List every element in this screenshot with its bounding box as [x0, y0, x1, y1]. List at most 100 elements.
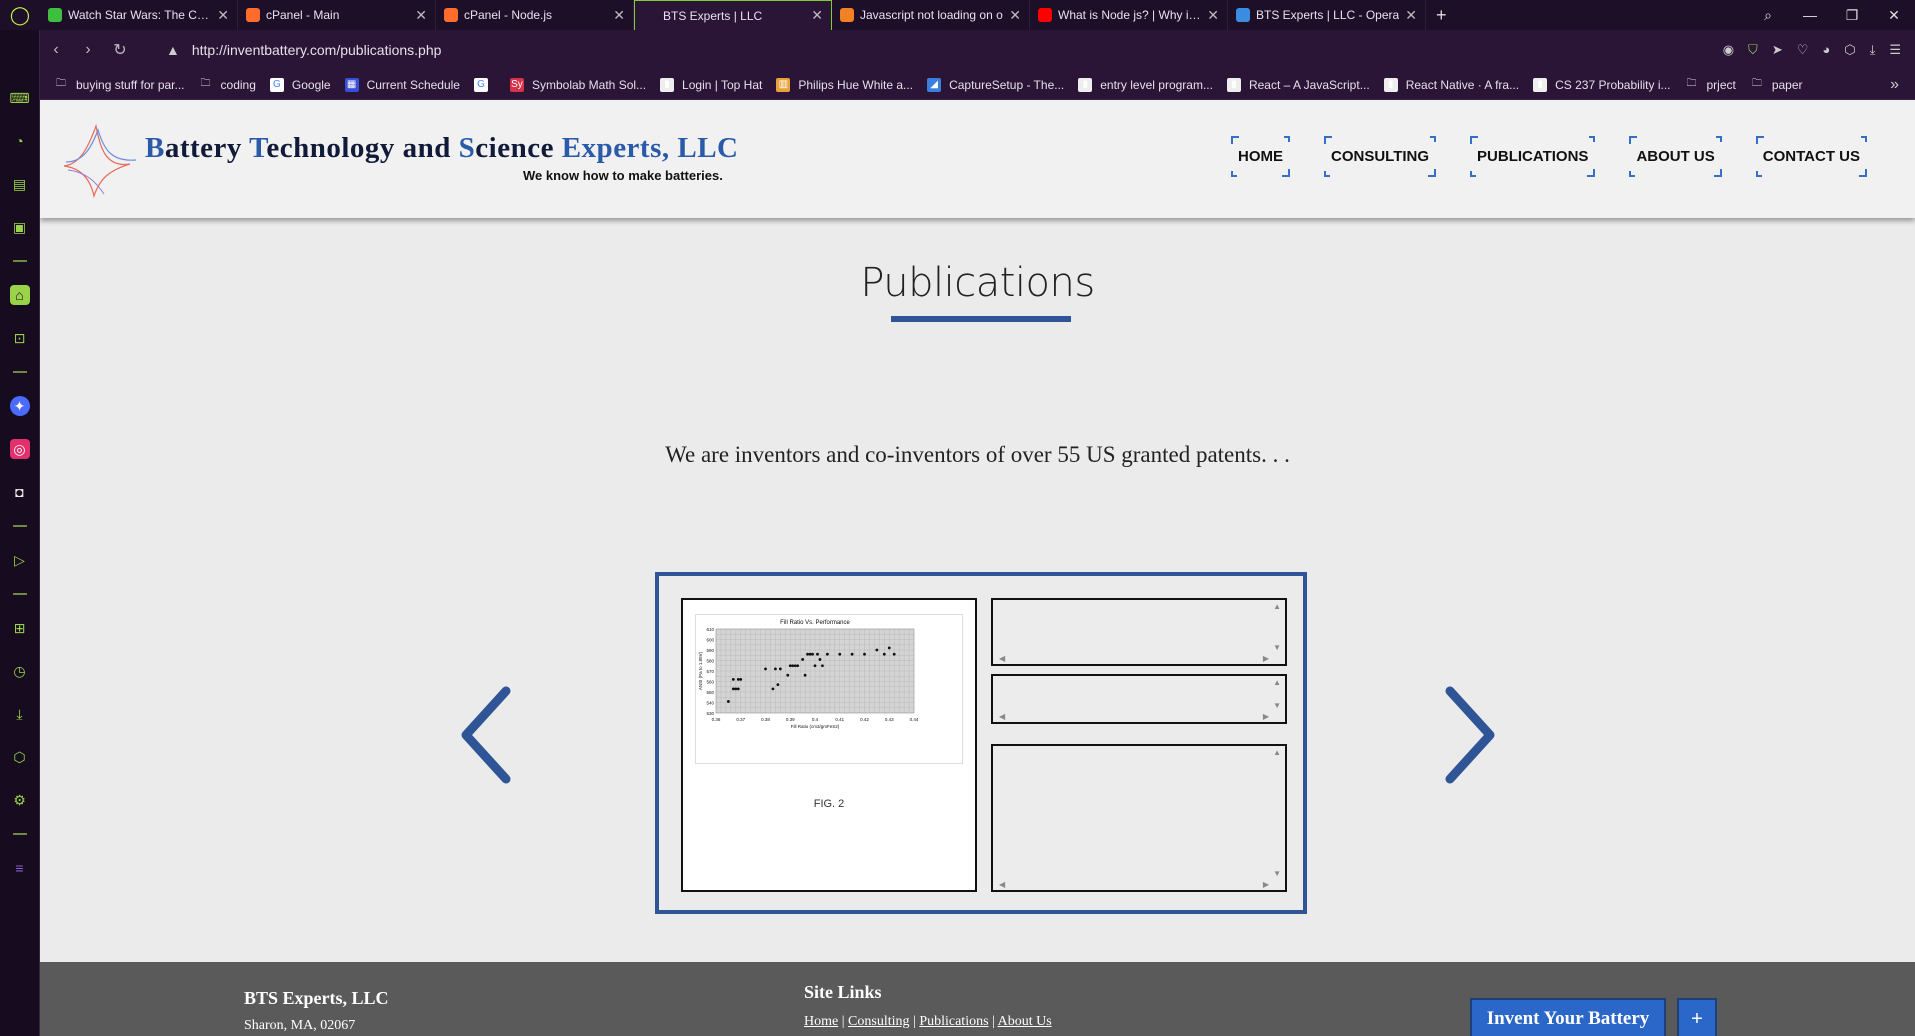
twitch-icon[interactable]: ▣: [10, 217, 30, 237]
more-icon[interactable]: ≡: [10, 858, 30, 878]
apps-grid-icon[interactable]: ⊞: [10, 618, 30, 638]
close-window-button[interactable]: ✕: [1873, 7, 1915, 24]
bookmark-item[interactable]: ◢ CaptureSetup - The...: [927, 77, 1064, 92]
embedded-frame-3[interactable]: ▲ ▼ ◀ ▶: [991, 744, 1287, 892]
bookmark-item[interactable]: 🗀 paper: [1750, 78, 1803, 92]
bookmark-item[interactable]: G Google: [269, 77, 331, 92]
bookmark-item[interactable]: 🗀 buying stuff for par...: [54, 78, 185, 92]
scroll-up-icon[interactable]: ▲: [1273, 748, 1281, 757]
messenger-icon[interactable]: ✦: [9, 396, 30, 416]
browser-tab[interactable]: Javascript not loading on o ✕: [832, 0, 1030, 30]
new-tab-button[interactable]: +: [1426, 5, 1457, 26]
bookmark-item[interactable]: ▥ Philips Hue White a...: [776, 77, 913, 92]
bookmarks-more-icon[interactable]: »: [1890, 76, 1899, 94]
minimize-button[interactable]: —: [1789, 7, 1831, 23]
insecure-warning-icon[interactable]: ▲: [166, 42, 180, 58]
tab-close-icon[interactable]: ✕: [613, 7, 625, 24]
forward-button[interactable]: ›: [72, 41, 104, 59]
footer-link-home[interactable]: Home: [804, 1014, 838, 1029]
nav-publications[interactable]: PUBLICATIONS: [1470, 136, 1596, 177]
bookmark-label: entry level program...: [1100, 77, 1213, 92]
discord-icon[interactable]: ◘: [10, 482, 30, 502]
footer-link-publications[interactable]: Publications: [919, 1014, 988, 1029]
carousel-next-arrow-icon[interactable]: [1438, 685, 1498, 785]
patent-figure-card[interactable]: Fill Ratio Vs. Performance 0.36 0.37 0.38 0.…: [681, 598, 977, 892]
embedded-frame-2[interactable]: ▲ ▼ ◀ ▶: [991, 674, 1287, 724]
data-point: [818, 658, 822, 661]
embedded-frame-1[interactable]: ▲ ▼ ◀ ▶: [991, 598, 1287, 666]
y-tick-label: 600: [706, 638, 714, 643]
player-icon[interactable]: ▷: [10, 550, 30, 570]
scroll-left-icon[interactable]: ◀: [999, 880, 1005, 889]
reload-button[interactable]: ↻: [104, 40, 136, 60]
browser-tab[interactable]: cPanel - Main ✕: [238, 0, 436, 30]
cube-icon[interactable]: ⬡: [1844, 42, 1855, 58]
tab-close-icon[interactable]: ✕: [1207, 7, 1219, 24]
scroll-left-icon[interactable]: ◀: [999, 654, 1005, 663]
bookmark-item[interactable]: ▮ React – A JavaScript...: [1226, 77, 1370, 92]
tab-close-icon[interactable]: ✕: [415, 7, 427, 24]
bookmark-item[interactable]: 🗀 coding: [199, 78, 256, 92]
search-tabs-icon[interactable]: ⌕: [1747, 7, 1789, 24]
scroll-right-icon[interactable]: ▶: [1263, 654, 1269, 663]
bookmark-item[interactable]: ▮ CS 237 Probability i...: [1533, 77, 1670, 92]
footer-link-about-us[interactable]: About Us: [998, 1014, 1052, 1029]
bookmark-item[interactable]: 🗀 prject: [1684, 78, 1735, 92]
opera-logo-icon[interactable]: ◯: [0, 0, 40, 30]
menu-icon[interactable]: ☰: [1889, 42, 1901, 58]
send-icon[interactable]: ➤: [1772, 42, 1783, 58]
browser-tab[interactable]: BTS Experts | LLC - Opera ✕: [1228, 0, 1426, 30]
bookmark-item[interactable]: ▮ entry level program...: [1078, 77, 1213, 92]
snapshot-icon[interactable]: ◉: [1723, 42, 1734, 58]
logo-curve-icon[interactable]: [60, 118, 140, 200]
bookmark-item[interactable]: Sy Symbolab Math Sol...: [509, 77, 646, 92]
bookmark-item[interactable]: G: [473, 77, 496, 92]
restore-button[interactable]: ❐: [1831, 7, 1873, 24]
footer-link-consulting[interactable]: Consulting: [848, 1014, 909, 1029]
download-icon[interactable]: ⤓: [1870, 42, 1876, 58]
speed-dial-icon[interactable]: ◔: [10, 131, 30, 151]
heart-icon[interactable]: ♡: [1797, 42, 1809, 58]
home-icon[interactable]: ⌂: [9, 285, 30, 305]
controller-icon[interactable]: ⊡: [10, 328, 30, 348]
tab-close-icon[interactable]: ✕: [1009, 7, 1021, 24]
url-input[interactable]: ▲ http://inventbattery.com/publications.p…: [166, 42, 1723, 58]
tab-close-icon[interactable]: ✕: [1405, 7, 1417, 24]
footer-plus-button[interactable]: +: [1677, 998, 1717, 1036]
tab-close-icon[interactable]: ✕: [217, 7, 229, 24]
history-clock-icon[interactable]: ◷: [10, 661, 30, 681]
scroll-left-icon[interactable]: ◀: [999, 712, 1005, 721]
extensions-cube-icon[interactable]: ⬡: [10, 747, 30, 767]
tab-close-icon[interactable]: ✕: [811, 7, 823, 24]
browser-tab[interactable]: Watch Star Wars: The Clone ✕: [40, 0, 238, 30]
scroll-right-icon[interactable]: ▶: [1263, 880, 1269, 889]
scroll-up-icon[interactable]: ▲: [1273, 678, 1281, 687]
nav-contact-us[interactable]: CONTACT US: [1755, 136, 1868, 177]
site-brand-name[interactable]: Battery Technology and Science Experts, …: [145, 132, 739, 165]
scroll-down-icon[interactable]: ▼: [1273, 869, 1281, 878]
invent-your-battery-button[interactable]: Invent Your Battery: [1470, 998, 1666, 1036]
color-wheel-icon[interactable]: ◕: [1822, 42, 1830, 58]
scroll-right-icon[interactable]: ▶: [1263, 712, 1269, 721]
adblock-shield-icon[interactable]: ⛉: [1748, 42, 1758, 58]
bookmark-item[interactable]: ▦ Current Schedule: [344, 77, 460, 92]
nav-about-us[interactable]: ABOUT US: [1629, 136, 1723, 177]
instagram-icon[interactable]: ◎: [9, 439, 30, 459]
bag-icon[interactable]: ▤: [10, 174, 30, 194]
scroll-down-icon[interactable]: ▼: [1273, 701, 1281, 710]
back-button[interactable]: ‹: [40, 41, 72, 59]
browser-tab[interactable]: What is Node js? | Why it is ✕: [1030, 0, 1228, 30]
bookmark-item[interactable]: ▮ Login | Top Hat: [660, 77, 762, 92]
browser-tab[interactable]: BTS Experts | LLC ✕: [634, 0, 832, 30]
tab-favicon-icon: [1038, 8, 1052, 22]
downloads-icon[interactable]: ⤓: [10, 704, 30, 724]
bookmark-item[interactable]: ▮ React Native · A fra...: [1383, 77, 1519, 92]
nav-consulting[interactable]: CONSULTING: [1323, 136, 1437, 177]
browser-tab[interactable]: cPanel - Node.js ✕: [436, 0, 634, 30]
gamepad-icon[interactable]: ⌨: [9, 88, 29, 108]
scroll-down-icon[interactable]: ▼: [1273, 643, 1281, 652]
nav-home[interactable]: HOME: [1230, 136, 1290, 177]
carousel-prev-arrow-icon[interactable]: [458, 685, 518, 785]
settings-gear-icon[interactable]: ⚙: [10, 790, 30, 810]
scroll-up-icon[interactable]: ▲: [1273, 602, 1281, 611]
